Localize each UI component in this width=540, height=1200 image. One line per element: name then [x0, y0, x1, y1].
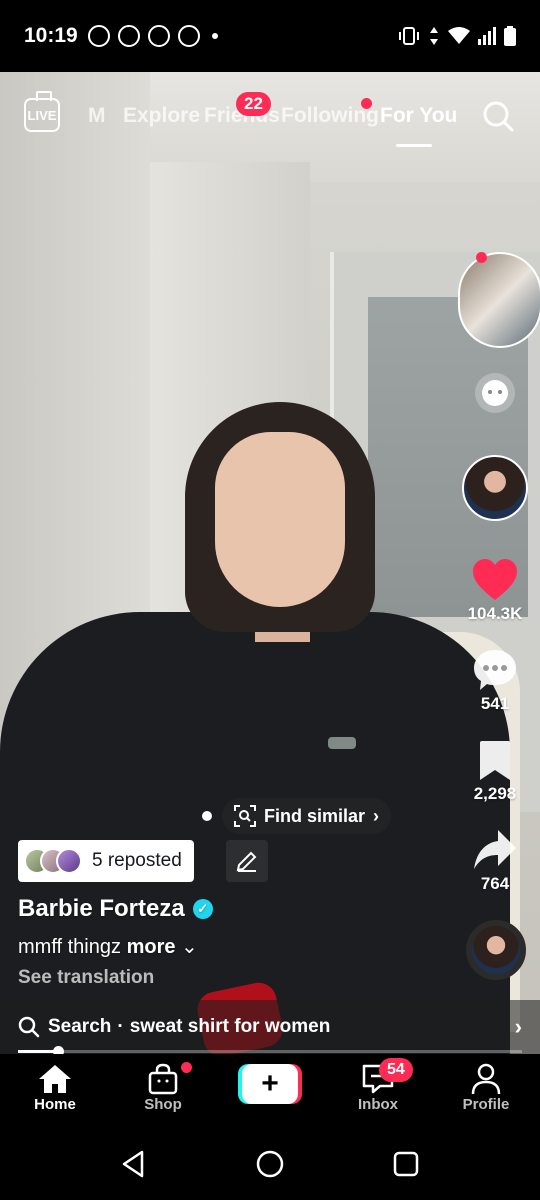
plus-icon: +: [242, 1064, 298, 1104]
chevron-right-icon: ›: [373, 805, 380, 826]
tab-inbox-label: Inbox: [358, 1096, 398, 1113]
chevron-right-icon: ›: [514, 1014, 522, 1039]
tab-explore[interactable]: Explore: [123, 104, 200, 128]
person-icon: [471, 1063, 501, 1095]
chevron-down-icon: ⌄: [181, 936, 198, 958]
heart-icon[interactable]: [471, 558, 519, 602]
inbox-badge: 54: [379, 1058, 413, 1082]
tab-home-label: Home: [34, 1096, 76, 1113]
search-query: sweat shirt for women: [129, 1016, 331, 1037]
share-icon[interactable]: [472, 828, 518, 872]
search-prefix: Search: [48, 1016, 112, 1037]
more-notifications-icon: [211, 33, 218, 39]
see-translation-link[interactable]: See translation: [18, 967, 154, 989]
creator-avatar[interactable]: [458, 252, 540, 348]
battery-icon: [504, 26, 516, 46]
tab-inbox[interactable]: Inbox 54: [333, 1058, 423, 1113]
home-circle-icon[interactable]: [256, 1150, 284, 1178]
caption-text: mmff thingz: [18, 936, 121, 958]
status-bar: 10:19: [0, 0, 540, 72]
username-label[interactable]: Barbie Forteza: [18, 895, 185, 923]
following-dot: [361, 98, 372, 109]
comment-button[interactable]: 541: [460, 648, 530, 714]
video-progress-bar[interactable]: [18, 1046, 522, 1057]
author-avatar[interactable]: [462, 455, 528, 521]
messenger-icon: [177, 25, 200, 47]
find-similar-button[interactable]: Find similar ›: [222, 798, 392, 834]
shop-dot: [181, 1062, 192, 1073]
related-search-bar[interactable]: Search · sweat shirt for women ›: [0, 1000, 540, 1054]
creator-avatar-stack[interactable]: [458, 252, 540, 348]
search-icon: [18, 1016, 40, 1038]
system-nav-bar: [0, 1126, 540, 1200]
comment-count: 541: [480, 694, 510, 713]
progress-fill: [18, 1050, 59, 1053]
save-button[interactable]: 2,298: [460, 740, 530, 804]
tab-home[interactable]: Home: [10, 1062, 100, 1113]
share-count: 764: [480, 874, 510, 893]
scan-search-icon: [234, 805, 256, 827]
status-time: 10:19: [24, 24, 78, 47]
back-icon[interactable]: [120, 1150, 148, 1178]
shopping-bag-icon: [148, 1063, 178, 1095]
recents-icon[interactable]: [392, 1150, 420, 1178]
separator-dot: ·: [117, 1016, 124, 1037]
tab-shop-label: Shop: [144, 1096, 182, 1113]
tab-profile[interactable]: Profile: [441, 1062, 531, 1113]
top-nav: LIVE M Explore Friends 22 Following For …: [0, 92, 540, 152]
bottom-tabbar: Home Shop + Inbox 54 Profile: [0, 1054, 540, 1126]
share-button[interactable]: 764: [460, 828, 530, 894]
vibrate-icon: [399, 27, 419, 45]
emoji-button[interactable]: [472, 370, 518, 416]
verified-icon: ✓: [192, 899, 213, 919]
home-icon: [39, 1065, 71, 1093]
tab-for-you[interactable]: For You: [380, 104, 457, 128]
reposted-label: 5 reposted: [92, 850, 182, 871]
reposted-chip[interactable]: 5 reposted: [18, 840, 194, 882]
create-button[interactable]: +: [238, 1064, 302, 1104]
save-count: 2,298: [473, 784, 517, 803]
like-count: 104.3K: [467, 604, 523, 623]
caption[interactable]: mmff thingz more ⌄: [18, 934, 198, 959]
search-icon[interactable]: [482, 100, 514, 132]
like-button[interactable]: 104.3K: [460, 558, 530, 624]
music-disc-icon[interactable]: [466, 920, 526, 980]
author-avatar-image[interactable]: [462, 455, 528, 521]
smiley-icon[interactable]: [472, 370, 518, 416]
friends-badge: 22: [236, 92, 271, 116]
sound-disc[interactable]: [466, 920, 526, 980]
username[interactable]: Barbie Forteza ✓: [18, 895, 213, 923]
indicator-dot: [202, 811, 212, 821]
viber-icon: [117, 25, 140, 47]
data-transfer-icon: [430, 27, 438, 45]
messenger-icon: [147, 25, 170, 47]
tab-profile-label: Profile: [462, 1096, 510, 1113]
pencil-icon: [236, 851, 257, 872]
wifi-icon: [448, 27, 470, 44]
messenger-icon: [87, 25, 110, 47]
tab-shop[interactable]: Shop: [118, 1062, 208, 1113]
find-similar-label: Find similar: [264, 805, 366, 826]
bookmark-icon[interactable]: [477, 740, 513, 782]
comment-icon[interactable]: [472, 648, 518, 692]
live-icon[interactable]: LIVE: [24, 98, 60, 132]
tab-partial[interactable]: M: [88, 104, 106, 128]
active-tab-indicator: [396, 144, 432, 147]
caption-more-button[interactable]: more: [127, 936, 176, 958]
edit-button[interactable]: [226, 840, 268, 882]
signal-icon: [478, 27, 496, 45]
repost-avatar: [56, 848, 82, 874]
